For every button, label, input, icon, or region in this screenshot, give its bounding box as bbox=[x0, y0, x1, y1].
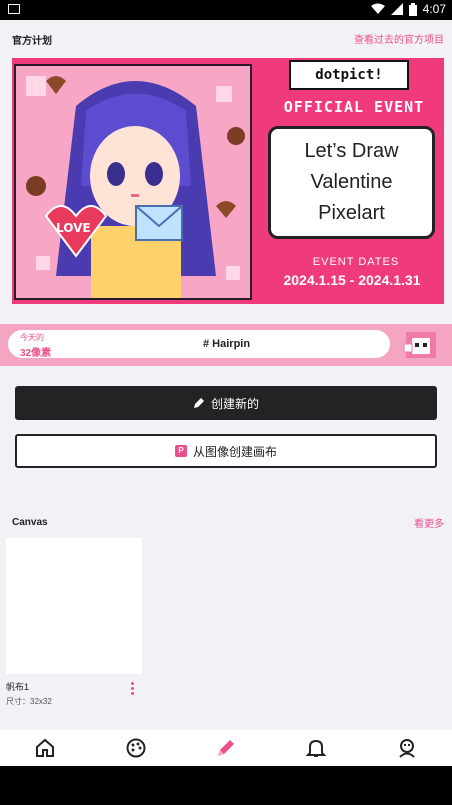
pencil-icon bbox=[193, 398, 204, 408]
dotpict-logo: dotpict! bbox=[289, 60, 409, 90]
section-title: 官方计划 bbox=[12, 36, 52, 47]
event-dates: 2024.1.15 - 2024.1.31 bbox=[283, 272, 421, 288]
event-dates-label: EVENT DATES bbox=[312, 256, 400, 268]
today-label: 今天的 bbox=[20, 333, 44, 342]
image-p-icon: P bbox=[174, 445, 187, 457]
profile-icon bbox=[399, 739, 415, 758]
tab-draw[interactable] bbox=[206, 730, 246, 766]
tab-palette[interactable] bbox=[116, 730, 156, 766]
daily-theme-bar[interactable]: 今天的 32像素 # Hairpin bbox=[0, 324, 452, 366]
pixel-size-label: 32像素 bbox=[20, 348, 52, 359]
canvas-size: 尺寸：32x32 bbox=[6, 697, 52, 706]
event-title-line-1: Let’s Draw bbox=[304, 140, 399, 162]
cell-signal-icon bbox=[390, 3, 403, 15]
system-nav-bar bbox=[0, 766, 452, 805]
canvas-name: 帆布1 bbox=[6, 682, 30, 692]
art-love-text: LOVE bbox=[56, 221, 91, 235]
event-title-card: Let’s Draw Valentine Pixelart bbox=[268, 126, 435, 239]
create-from-image-label: 从图像创建画布 bbox=[192, 444, 277, 459]
bell-icon bbox=[305, 739, 327, 757]
battery-icon bbox=[408, 2, 417, 16]
tab-notifications[interactable] bbox=[296, 730, 336, 766]
bottom-tab-bar bbox=[0, 730, 452, 766]
create-new-label: 创建新的 bbox=[210, 396, 259, 411]
home-screen: 官方计划 查看过去的官方项目 LOVE dotpict! OFFICIAL EV… bbox=[0, 20, 452, 766]
wifi-icon bbox=[370, 3, 385, 14]
home-icon bbox=[36, 738, 55, 757]
canvas-thumbnail[interactable] bbox=[6, 538, 142, 674]
mascot-icon bbox=[403, 332, 436, 358]
event-artwork: LOVE bbox=[14, 64, 252, 300]
status-bar: 4:07 bbox=[0, 0, 452, 20]
create-new-button[interactable]: 创建新的 bbox=[15, 386, 437, 420]
brush-icon bbox=[217, 740, 234, 756]
palette-icon bbox=[126, 738, 146, 758]
past-projects-link[interactable]: 查看过去的官方项目 bbox=[354, 31, 444, 46]
event-title-line-2: Valentine bbox=[310, 171, 393, 193]
clock: 4:07 bbox=[422, 2, 446, 16]
daily-tag: # Hairpin bbox=[203, 338, 251, 350]
canvas-section-title: Canvas bbox=[12, 517, 48, 528]
create-from-image-button[interactable]: P 从图像创建画布 bbox=[15, 434, 437, 468]
official-event-label: OFFICIAL EVENT bbox=[283, 98, 425, 116]
event-title-line-3: Pixelart bbox=[318, 202, 385, 224]
event-banner[interactable]: LOVE dotpict! OFFICIAL EVENT Let’s Draw … bbox=[12, 58, 444, 304]
tab-home[interactable] bbox=[25, 730, 65, 766]
daily-theme-pill: 今天的 32像素 # Hairpin bbox=[8, 330, 390, 359]
more-options-icon[interactable] bbox=[128, 682, 136, 696]
tab-profile[interactable] bbox=[387, 730, 427, 766]
notification-icon bbox=[8, 4, 20, 14]
official-header: 官方计划 查看过去的官方项目 bbox=[0, 20, 452, 56]
see-more-link[interactable]: 看更多 bbox=[414, 515, 444, 530]
